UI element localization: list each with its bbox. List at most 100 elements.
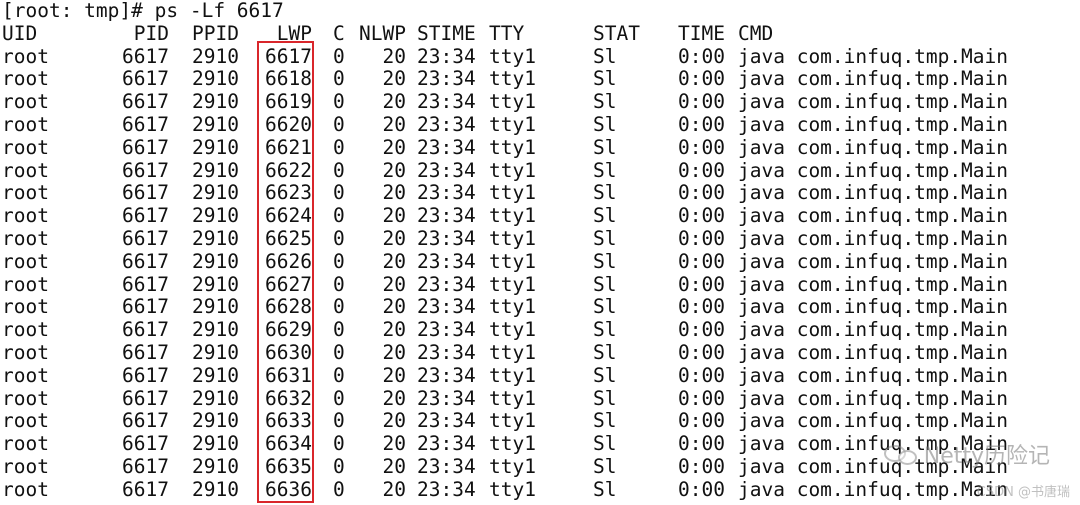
cell-c: 0	[333, 386, 345, 410]
cell-pid: 6617	[122, 90, 169, 114]
cell-nlwp: 20	[382, 409, 406, 433]
table-header: UID PID PPID LWP C NLWP STIME TTY STAT TIME CMD	[2, 21, 1080, 46]
cell-cmd: java com.infuq.tmp.Main	[738, 227, 1009, 250]
cell-ppid: 2910	[192, 386, 239, 410]
cell-cmd: java com.infuq.tmp.Main	[738, 181, 1009, 205]
cell-nlwp: 20	[382, 113, 406, 136]
cell-uid: root	[2, 249, 49, 273]
cell-nlwp: 20	[382, 272, 406, 296]
cell-tty: tty1	[489, 67, 536, 91]
cell-c: 0	[333, 455, 345, 478]
cell-nlwp: 20	[382, 249, 406, 273]
cell-stat: Sl	[593, 204, 617, 228]
cell-stime: 23:34	[417, 181, 476, 205]
cell-uid: root	[2, 44, 49, 68]
cell-time: 0:00	[678, 318, 725, 342]
cell-pid: 6617	[122, 409, 169, 433]
cell-nlwp: 20	[382, 363, 406, 387]
header-stime: STIME	[417, 21, 476, 45]
cell-ppid: 2910	[192, 181, 239, 205]
cell-cmd: java com.infuq.tmp.Main	[738, 386, 1009, 410]
table-row: root 6617 2910 6625 0 20 23:34 tty1 Sl 0:00 java c…	[2, 227, 1080, 251]
cell-time: 0:00	[678, 113, 725, 136]
cell-cmd: java com.infuq.tmp.Main	[738, 135, 1009, 159]
cell-uid: root	[2, 135, 49, 159]
cell-stime: 23:34	[417, 158, 476, 182]
table-row: root 6617 2910 6627 0 20 23:34 tty1 Sl 0:00 java c…	[2, 272, 1080, 297]
cell-ppid: 2910	[192, 455, 239, 478]
cell-stat: Sl	[593, 158, 617, 182]
cell-c: 0	[333, 90, 345, 114]
cell-nlwp: 20	[382, 90, 406, 114]
cell-time: 0:00	[678, 386, 725, 410]
terminal-window: [root: tmp]# ps -Lf 6617 UID PID PPID LWP C N…	[0, 0, 1080, 505]
cell-uid: root	[2, 363, 49, 387]
table-row: root 6617 2910 6621 0 20 23:34 tty1 Sl 0:00 java c…	[2, 135, 1080, 160]
cell-pid: 6617	[122, 135, 169, 159]
cell-ppid: 2910	[192, 113, 239, 136]
cell-tty: tty1	[489, 295, 536, 319]
cell-stat: Sl	[593, 44, 617, 68]
cell-cmd: java com.infuq.tmp.Main	[738, 90, 1009, 114]
cell-pid: 6617	[122, 272, 169, 296]
header-tty: TTY	[489, 21, 525, 45]
command-prompt: [root: tmp]# ps -Lf 6617	[2, 0, 284, 22]
cell-stat: Sl	[593, 409, 617, 433]
cell-tty: tty1	[489, 90, 536, 114]
cell-stime: 23:34	[417, 477, 476, 501]
cell-pid: 6617	[122, 295, 169, 319]
cell-stat: Sl	[593, 363, 617, 387]
cell-uid: root	[2, 341, 49, 364]
cell-c: 0	[333, 409, 345, 433]
cell-pid: 6617	[122, 363, 169, 387]
cell-cmd: java com.infuq.tmp.Main	[738, 477, 1009, 501]
cell-c: 0	[333, 341, 345, 364]
cell-time: 0:00	[678, 409, 725, 433]
cell-pid: 6617	[122, 341, 169, 364]
cell-cmd: java com.infuq.tmp.Main	[738, 363, 1009, 387]
cell-nlwp: 20	[382, 158, 406, 182]
cell-tty: tty1	[489, 363, 536, 387]
cell-c: 0	[333, 135, 345, 159]
cell-cmd: java com.infuq.tmp.Main	[738, 44, 1009, 68]
cell-nlwp: 20	[382, 181, 406, 205]
cell-nlwp: 20	[382, 386, 406, 410]
cell-stime: 23:34	[417, 318, 476, 342]
cell-cmd: java com.infuq.tmp.Main	[738, 204, 1009, 228]
cell-ppid: 2910	[192, 204, 239, 228]
lwp-highlight-box	[257, 41, 314, 503]
cell-tty: tty1	[489, 341, 536, 364]
cell-stat: Sl	[593, 386, 617, 410]
cell-ppid: 2910	[192, 295, 239, 319]
cell-c: 0	[333, 249, 345, 273]
header-nlwp: NLWP	[359, 21, 406, 45]
cell-stime: 23:34	[417, 432, 476, 456]
cell-nlwp: 20	[382, 432, 406, 456]
cell-stime: 23:34	[417, 113, 476, 136]
cell-tty: tty1	[489, 135, 536, 159]
cell-stat: Sl	[593, 341, 617, 364]
cell-time: 0:00	[678, 181, 725, 205]
table-row: root 6617 2910 6633 0 20 23:34 tty1 Sl 0:00 java c…	[2, 410, 1080, 433]
cell-stime: 23:34	[417, 341, 476, 364]
table-row: root 6617 2910 6623 0 20 23:34 tty1 Sl 0:00 java c…	[2, 182, 1080, 205]
cell-ppid: 2910	[192, 341, 239, 364]
cell-c: 0	[333, 295, 345, 319]
cell-uid: root	[2, 158, 49, 182]
cell-stat: Sl	[593, 67, 617, 91]
cell-pid: 6617	[122, 44, 169, 68]
cell-ppid: 2910	[192, 363, 239, 387]
cell-pid: 6617	[122, 227, 169, 250]
cell-c: 0	[333, 204, 345, 228]
cell-uid: root	[2, 295, 49, 319]
cell-time: 0:00	[678, 363, 725, 387]
cell-cmd: java com.infuq.tmp.Main	[738, 409, 1009, 433]
cell-stat: Sl	[593, 135, 617, 159]
cell-stat: Sl	[593, 227, 617, 250]
cell-stat: Sl	[593, 295, 617, 319]
cell-uid: root	[2, 113, 49, 136]
cell-nlwp: 20	[382, 227, 406, 250]
cell-c: 0	[333, 158, 345, 182]
cell-time: 0:00	[678, 249, 725, 273]
cell-c: 0	[333, 113, 345, 136]
